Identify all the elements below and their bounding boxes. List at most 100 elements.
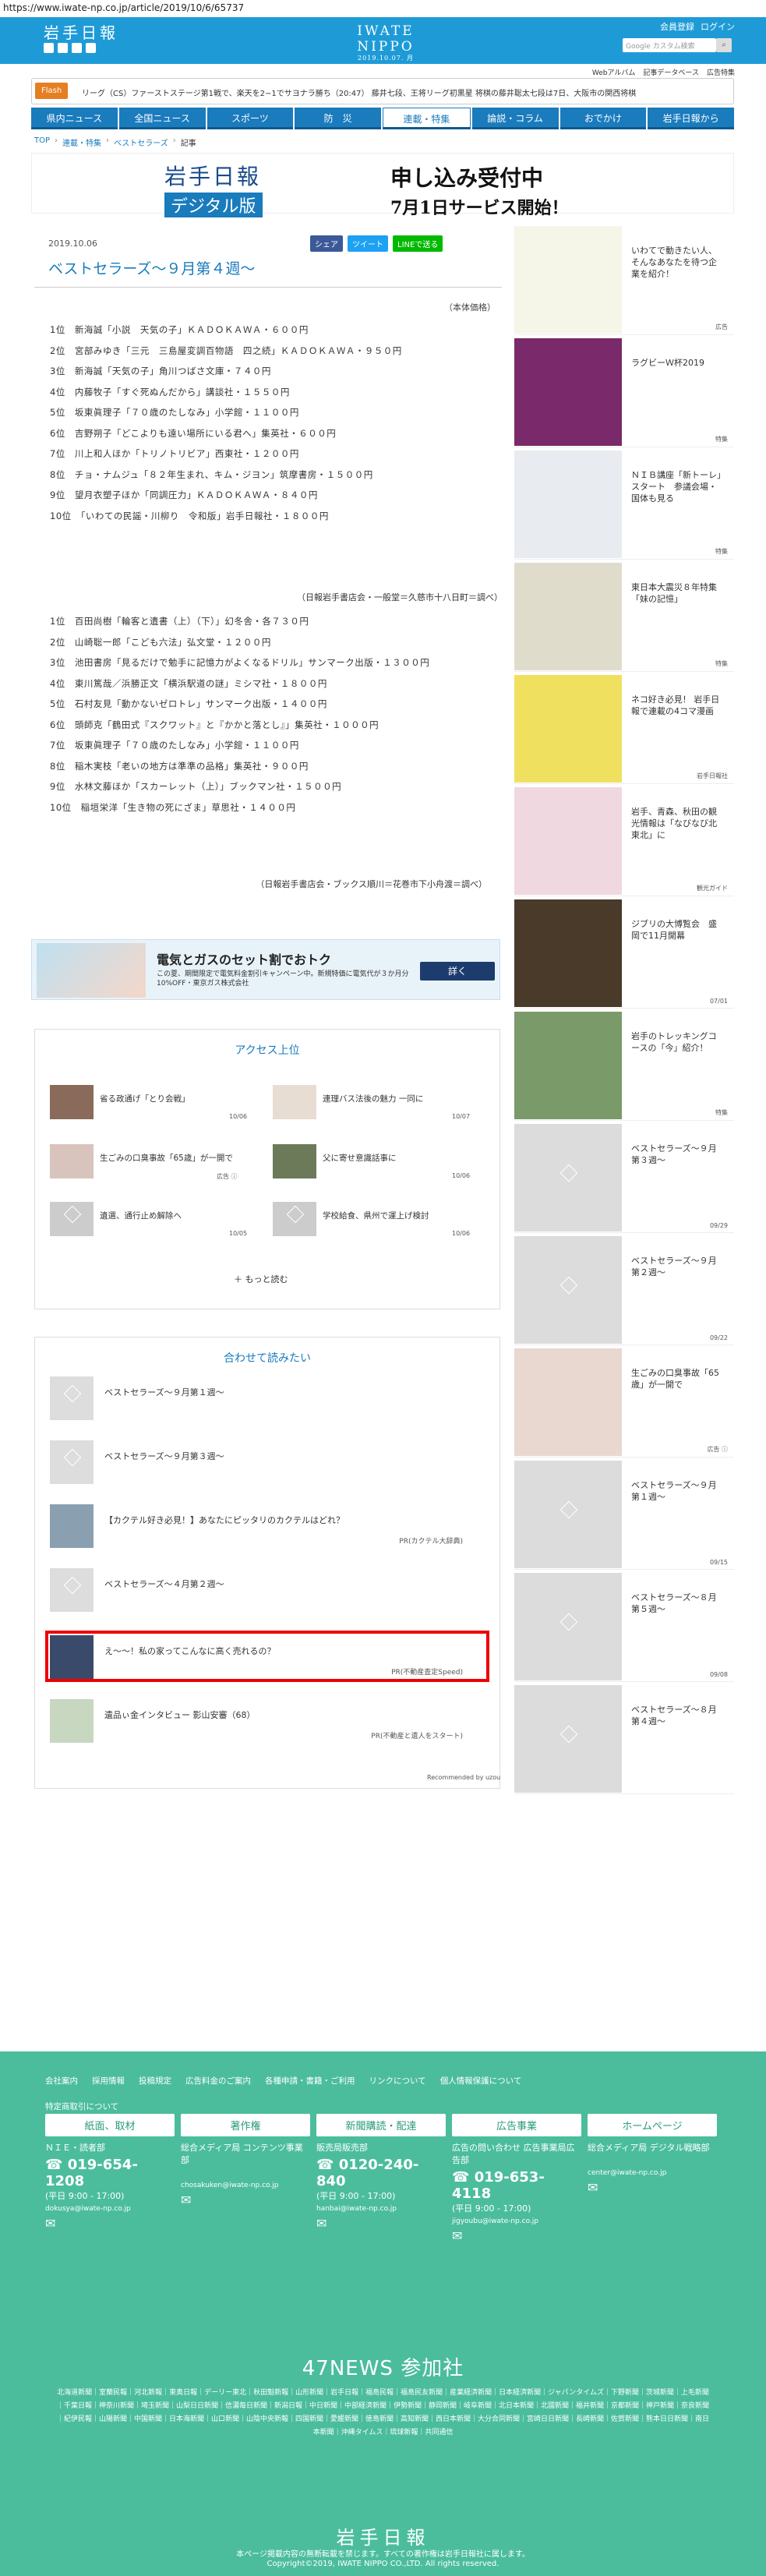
nav-from-nippo[interactable]: 岩手日報から bbox=[648, 108, 734, 129]
sidebar-item[interactable]: 岩手のトレッキングコースの「今」紹介！ 特集 bbox=[514, 1012, 734, 1121]
footer-link[interactable]: 広告料金のご案内 bbox=[185, 2075, 251, 2087]
sidebar-item[interactable]: ラグビーＷ杯2019 特集 bbox=[514, 338, 734, 447]
crumb-top[interactable]: TOP bbox=[34, 136, 50, 148]
ranking-item[interactable]: 遺選、通行止め解除へ 10/05 bbox=[50, 1202, 260, 1241]
contact-phone[interactable]: ☎ 019-654-1208 bbox=[45, 2157, 175, 2189]
banner-logo: 岩手日報 bbox=[164, 164, 262, 189]
search-input[interactable]: Google カスタム検索 bbox=[623, 38, 716, 52]
sidebar-item[interactable]: 生ごみの口臭事故「65歳」が一開で 広告 ⓘ bbox=[514, 1348, 734, 1458]
sidebar-item[interactable]: いわてで動きたい人、そんなあなたを待つ企業を紹介！ 広告 bbox=[514, 226, 734, 335]
footer-link[interactable]: 会社案内 bbox=[45, 2075, 78, 2087]
member-links: 会員登録 ログイン bbox=[660, 20, 735, 33]
nav-sports[interactable]: スポーツ bbox=[207, 108, 294, 129]
footer-link[interactable]: 各種申請・書籍・ご利用 bbox=[265, 2075, 355, 2087]
mail-icon[interactable]: ✉ bbox=[45, 2216, 175, 2231]
album-link[interactable]: Webアルバム bbox=[592, 67, 636, 77]
contact-email[interactable]: hanbai@iwate-np.co.jp bbox=[316, 2205, 446, 2213]
ranking-date: 広告 ⓘ bbox=[217, 1173, 238, 1180]
nav-local[interactable]: 県内ニュース bbox=[31, 108, 118, 129]
ranking-item[interactable]: 学校給食、県州で運上げ検討 10/06 bbox=[273, 1202, 483, 1241]
ad-image bbox=[37, 943, 146, 998]
list-item: 8位 チョ・ナムジュ「８２年生まれ、キム・ジヨン」筑摩書房・１５００円 bbox=[50, 468, 373, 480]
sidebar-item[interactable]: ベストセラーズ〜８月第４週〜 bbox=[514, 1685, 734, 1794]
read-more-button[interactable]: ＋ もっと読む bbox=[234, 1273, 288, 1285]
sidebar-item[interactable]: ジブリの大博覧会 盛岡で11月開幕 07/01 bbox=[514, 899, 734, 1009]
nav-features[interactable]: 連載・特集 bbox=[383, 108, 471, 129]
electric-gas-ad[interactable]: 電気とガスのセット割でおトク この夏、期間限定で電気料金割引キャンペーン中。新規… bbox=[31, 939, 500, 1000]
footer-link[interactable]: リンクについて bbox=[369, 2075, 426, 2087]
sidebar-item[interactable]: ベストセラーズ〜９月第１週〜 09/15 bbox=[514, 1461, 734, 1570]
thumbnail bbox=[514, 563, 622, 670]
footer-link[interactable]: 採用情報 bbox=[92, 2075, 125, 2087]
sidebar-text: ＮＩＢ講座「新トーレ」スタート 参議会場・国体も見る bbox=[631, 470, 722, 504]
footer-link[interactable]: 投稿規定 bbox=[139, 2075, 171, 2087]
ranking-item[interactable]: 省る政通げ「とり会戦」 10/06 bbox=[50, 1085, 260, 1124]
crumb-features[interactable]: 連載・特集 bbox=[62, 136, 101, 148]
register-link[interactable]: 会員登録 bbox=[660, 20, 694, 33]
ranking-text: 生ごみの口臭事故「65歳」が一開で bbox=[100, 1154, 233, 1163]
recommended-by[interactable]: Recommended by uzou bbox=[427, 1774, 500, 1781]
thumbnail bbox=[514, 1685, 622, 1793]
youtube-icon[interactable] bbox=[72, 43, 82, 53]
footer-link[interactable]: 個人情報保護について bbox=[440, 2075, 522, 2087]
related-text: ベストセラーズ〜４月第２週〜 bbox=[104, 1579, 224, 1589]
thumbnail bbox=[514, 451, 622, 558]
twitter-icon[interactable] bbox=[44, 43, 54, 53]
thumbnail bbox=[514, 787, 622, 895]
database-link[interactable]: 記事データベース bbox=[643, 67, 699, 77]
login-link[interactable]: ログイン bbox=[701, 20, 735, 33]
instagram-icon[interactable] bbox=[86, 43, 96, 53]
footer-links: 会社案内 採用情報 投稿規定 広告料金のご案内 各種申請・書籍・ご利用 リンクに… bbox=[45, 2075, 591, 2112]
sidebar-item[interactable]: ベストセラーズ〜８月第５週〜 09/08 bbox=[514, 1573, 734, 1682]
flash-text[interactable]: リーグ（CS）ファーストステージ第1戦で、楽天を2−1でサヨナラ勝ち（20:47… bbox=[82, 87, 729, 98]
ranking-item[interactable]: 連理バス法後の魅力 一同に 10/07 bbox=[273, 1085, 483, 1124]
sidebar-badge: 特集 bbox=[715, 1109, 728, 1116]
sidebar-item[interactable]: ベストセラーズ〜９月第３週〜 09/29 bbox=[514, 1124, 734, 1233]
ad-button[interactable]: 詳く bbox=[420, 962, 495, 981]
thumbnail bbox=[50, 1699, 94, 1743]
brand-logo[interactable]: IWATE NIPPO 2019.10.07. 月 bbox=[327, 23, 444, 62]
contact-email[interactable]: center@iwate-np.co.jp bbox=[588, 2169, 717, 2177]
sidebar-text: ベストセラーズ〜９月第１週〜 bbox=[631, 1480, 717, 1502]
ranking-list-1: 1位 新海誠「小説 天気の子」ＫＡＤＯＫＡＷＡ・６００円 2位 宮部みゆき「三元… bbox=[50, 320, 402, 526]
mail-icon[interactable]: ✉ bbox=[588, 2180, 717, 2195]
nav-disaster[interactable]: 防 災 bbox=[295, 108, 381, 129]
sidebar-text: ベストセラーズ〜８月第４週〜 bbox=[631, 1705, 717, 1726]
footer-contact-subscription: 新聞購読・配達 販売局販売部 ☎ 0120-240-840 (平日 9:00 -… bbox=[316, 2114, 446, 2231]
digital-edition-banner[interactable]: 岩手日報 デジタル版 申し込み受付中 7月1日サービス開始！ bbox=[31, 153, 734, 218]
ad-feature-link[interactable]: 広告特集 bbox=[707, 67, 735, 77]
search-button[interactable]: ⌕ bbox=[716, 38, 732, 52]
thumbnail bbox=[273, 1085, 316, 1119]
contact-phone[interactable]: ☎ 0120-240-840 bbox=[316, 2157, 446, 2189]
site-logo[interactable]: 岩手日報 bbox=[44, 20, 118, 43]
footer-link[interactable]: 特定商取引について bbox=[45, 2101, 118, 2112]
contact-email[interactable]: jigyoubu@iwate-np.co.jp bbox=[452, 2217, 581, 2225]
mail-icon[interactable]: ✉ bbox=[181, 2193, 310, 2207]
nav-outing[interactable]: おでかけ bbox=[559, 108, 647, 129]
sidebar-badge: 特集 bbox=[715, 436, 728, 443]
nav-national[interactable]: 全国ニュース bbox=[118, 108, 206, 129]
contact-phone[interactable]: ☎ 019-653-4118 bbox=[452, 2169, 581, 2202]
line-share-button[interactable]: LINEで送る bbox=[393, 235, 443, 252]
sidebar-item[interactable]: ベストセラーズ〜９月第２週〜 09/22 bbox=[514, 1236, 734, 1345]
tweet-button[interactable]: ツイート bbox=[348, 235, 388, 252]
ranking-item[interactable]: 父に寄せ意識話事に 10/06 bbox=[273, 1144, 483, 1183]
ranking-item[interactable]: 生ごみの口臭事故「65歳」が一開で広告 ⓘ bbox=[50, 1144, 260, 1183]
partner-papers[interactable]: 北海道新聞｜室蘭民報｜河北新報｜東奥日報｜デーリー東北｜秋田魁新報｜山形新聞｜岩… bbox=[55, 2387, 711, 2440]
crumb-bestsellers[interactable]: ベストセラーズ bbox=[114, 136, 168, 148]
nav-columns[interactable]: 論説・コラム bbox=[471, 108, 559, 129]
sidebar-item[interactable]: ＮＩＢ講座「新トーレ」スタート 参議会場・国体も見る 特集 bbox=[514, 451, 734, 560]
contact-dept: 販売局販売部 bbox=[316, 2143, 368, 2153]
mail-icon[interactable]: ✉ bbox=[452, 2228, 581, 2243]
address-bar[interactable]: https://www.iwate-np.co.jp/article/2019/… bbox=[0, 0, 766, 17]
sidebar-item[interactable]: 東日本大震災８年特集「妹の記憶」 特集 bbox=[514, 563, 734, 672]
footer-logo[interactable]: 岩手日報 bbox=[0, 2522, 766, 2549]
contact-email[interactable]: chosakuken@iwate-np.co.jp bbox=[181, 2182, 310, 2189]
sidebar-item[interactable]: 岩手、青森、秋田の観光情報は「なびなび北東北」に 観光ガイド bbox=[514, 787, 734, 896]
facebook-icon[interactable] bbox=[58, 43, 68, 53]
mail-icon[interactable]: ✉ bbox=[316, 2216, 446, 2231]
sidebar-item[interactable]: ネコ好き必見！ 岩手日報で連載の4コマ漫画 岩手日報社 bbox=[514, 675, 734, 784]
facebook-share-button[interactable]: シェア bbox=[310, 235, 343, 252]
contact-email[interactable]: dokusya@iwate-np.co.jp bbox=[45, 2205, 175, 2213]
sidebar-badge: 広告 bbox=[715, 323, 728, 330]
